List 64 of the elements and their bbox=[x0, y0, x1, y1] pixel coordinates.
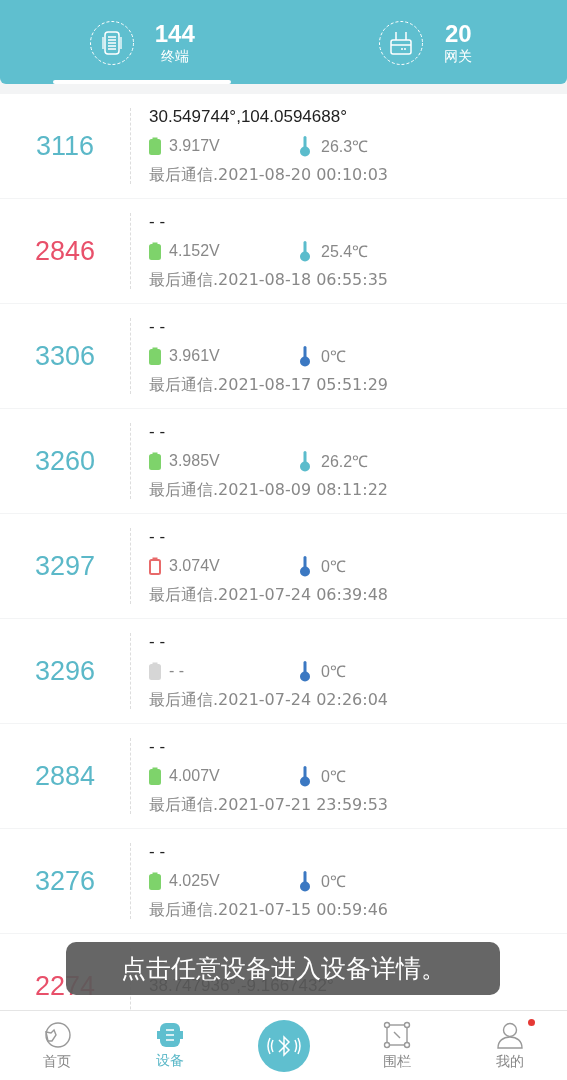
tab-label: 终端 bbox=[160, 48, 189, 66]
voltage-text: 4.007V bbox=[169, 766, 220, 785]
last-contact-text: 最后通信.2021-07-24 02:26:04 bbox=[149, 689, 388, 711]
voltage-text: - - bbox=[169, 661, 185, 680]
device-row[interactable]: 3297 - - 3.074V 0℃ 最后通信.2021-07-24 06:39:48 bbox=[0, 514, 567, 618]
voltage-text: 3.074V bbox=[169, 556, 220, 575]
last-contact-text: 最后通信.2021-08-20 00:10:03 bbox=[149, 164, 388, 186]
nav-item[interactable]: 首页 bbox=[0, 1011, 114, 1080]
device-id: 3260 bbox=[33, 445, 97, 477]
device-id: 3276 bbox=[33, 865, 97, 897]
device-row[interactable]: 3260 - - 3.985V 26.2℃ 最后通信.2021-08-09 08:11:22 bbox=[0, 409, 567, 513]
tab-label: 网关 bbox=[444, 48, 473, 66]
device-id: 3306 bbox=[33, 340, 97, 372]
device-icon bbox=[157, 1021, 184, 1049]
temperature-text: 26.3℃ bbox=[321, 136, 369, 157]
location-text: 30.549744°,104.0594688° bbox=[149, 106, 348, 127]
last-contact-text: 最后通信.2021-08-09 08:11:22 bbox=[149, 479, 388, 501]
person-icon bbox=[495, 1020, 526, 1050]
device-id: 3116 bbox=[34, 130, 96, 162]
nav-label: 我的 bbox=[496, 1053, 525, 1071]
voltage-text: 3.917V bbox=[169, 136, 220, 155]
device-id: 3296 bbox=[33, 655, 97, 687]
device-id: 3297 bbox=[33, 550, 97, 582]
last-contact-text: 最后通信.2021-07-24 06:39:48 bbox=[149, 584, 388, 606]
terminal-icon bbox=[88, 20, 135, 66]
last-contact-text: 最后通信.2021-08-17 05:51:29 bbox=[149, 374, 388, 396]
device-id: 2884 bbox=[33, 760, 97, 792]
voltage-text: 4.152V bbox=[169, 241, 220, 260]
location-text: - - bbox=[149, 841, 167, 862]
location-text: - - bbox=[149, 211, 167, 232]
router-icon bbox=[378, 20, 425, 66]
device-id: 2846 bbox=[33, 235, 97, 267]
temperature-text: 25.4℃ bbox=[321, 241, 369, 262]
temperature-text: 0℃ bbox=[321, 346, 346, 367]
voltage-text: 3.985V bbox=[169, 451, 220, 470]
count-text: 20 bbox=[444, 20, 472, 48]
count-text: 144 bbox=[154, 20, 195, 48]
location-text: - - bbox=[149, 316, 167, 337]
voltage-text: 3.961V bbox=[169, 346, 220, 365]
location-text: - - bbox=[149, 421, 167, 442]
location-text: - - bbox=[149, 736, 167, 757]
location-text: - - bbox=[149, 631, 167, 652]
temperature-text: 0℃ bbox=[321, 661, 346, 682]
temperature-text: 0℃ bbox=[321, 871, 346, 892]
device-row[interactable]: 2846 - - 4.152V 25.4℃ 最后通信.2021-08-18 06:55:35 bbox=[0, 199, 567, 303]
last-contact-text: 最后通信.2021-07-21 23:59:53 bbox=[149, 794, 388, 816]
device-row[interactable]: 3276 - - 4.025V 0℃ 最后通信.2021-07-15 00:59:46 bbox=[0, 829, 567, 933]
device-row[interactable]: 3116 30.549744°,104.0594688° 3.917V 26.3℃ 最后通信.2021-08-20 00:10:03 bbox=[0, 94, 567, 198]
voltage-text: 4.025V bbox=[169, 871, 220, 890]
device-row[interactable]: 3296 - - - - 0℃ 最后通信.2021-07-24 02:26:04 bbox=[0, 619, 567, 723]
temperature-text: 0℃ bbox=[321, 556, 346, 577]
temperature-text: 0℃ bbox=[321, 766, 346, 787]
nav-item[interactable]: 围栏 bbox=[340, 1011, 454, 1080]
nav-label: 设备 bbox=[156, 1052, 185, 1070]
device-row[interactable]: 3306 - - 3.961V 0℃ 最后通信.2021-08-17 05:51:29 bbox=[0, 304, 567, 408]
fence-icon bbox=[381, 1020, 412, 1050]
device-row[interactable]: 2884 - - 4.007V 0℃ 最后通信.2021-07-21 23:59:53 bbox=[0, 724, 567, 828]
nav-label: 围栏 bbox=[382, 1053, 411, 1071]
nav-label: 首页 bbox=[42, 1053, 71, 1071]
last-contact-text: 最后通信.2021-08-18 06:55:35 bbox=[149, 269, 388, 291]
location-text: - - bbox=[149, 526, 167, 547]
last-contact-text: 最后通信.2021-07-15 00:59:46 bbox=[149, 899, 388, 921]
temperature-text: 26.2℃ bbox=[321, 451, 369, 472]
nav-item[interactable]: 我的 bbox=[453, 1011, 567, 1080]
